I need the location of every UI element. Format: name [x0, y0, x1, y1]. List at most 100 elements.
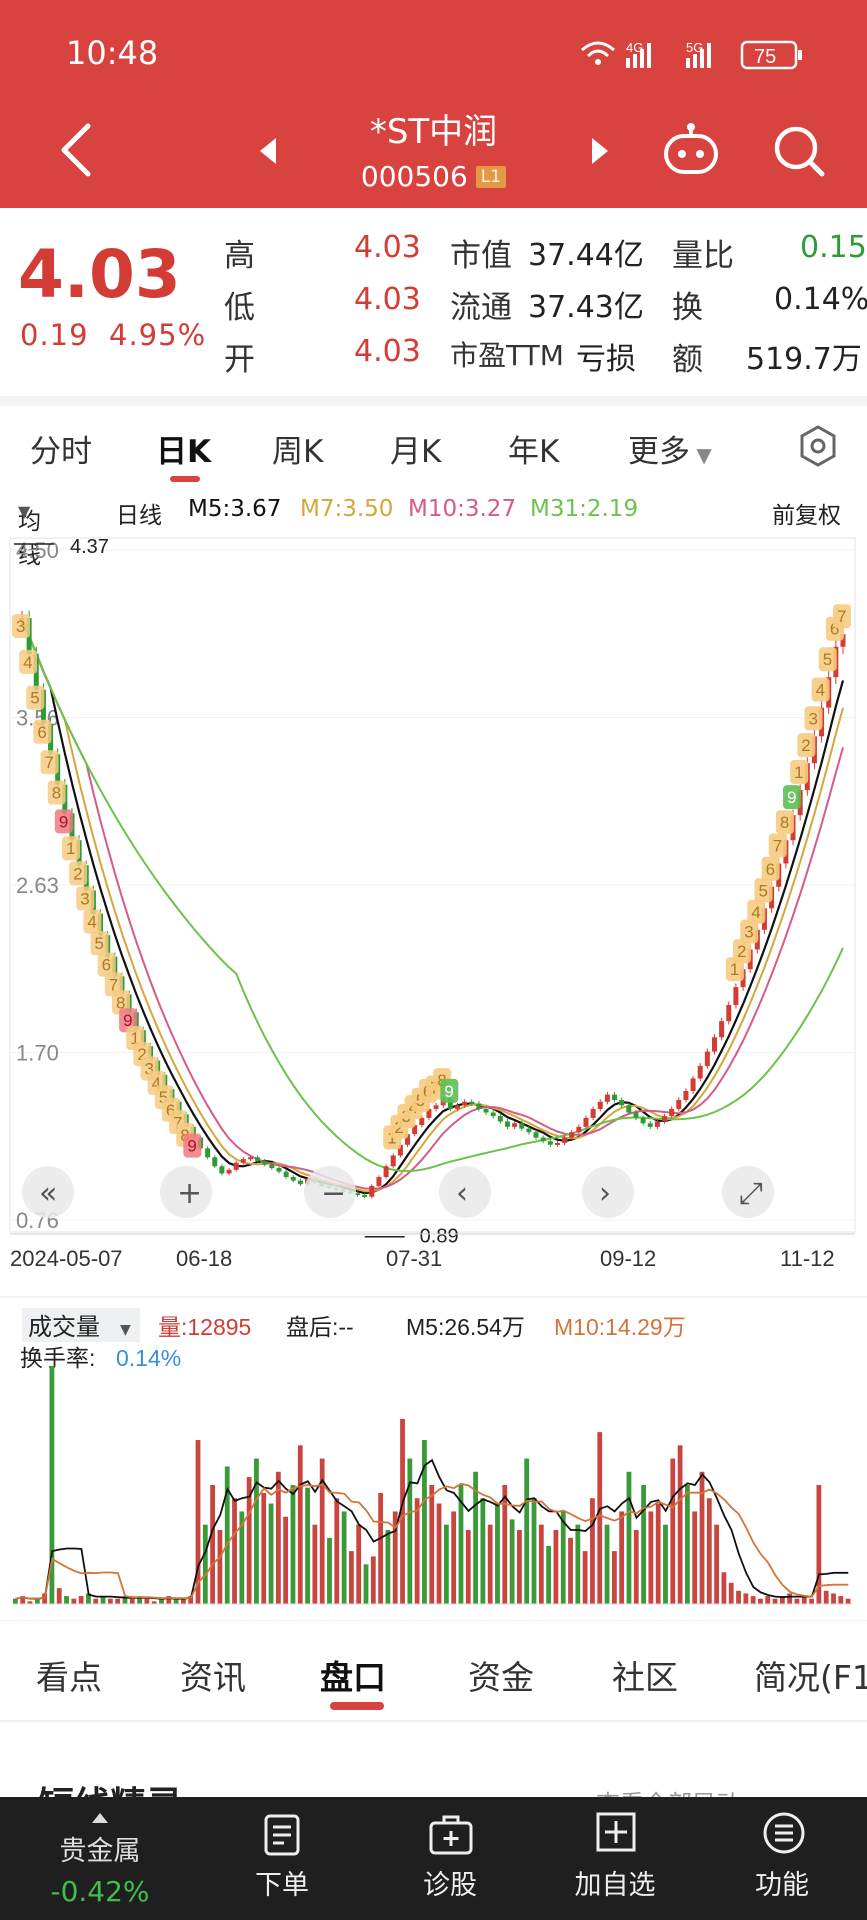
volume-bar: [765, 1596, 771, 1604]
y-tick-label: 1.70: [16, 1041, 59, 1066]
amount-value: 519.7万: [746, 342, 862, 377]
kline-chart[interactable]: 4.503.562.631.700.7634567891234567891234…: [0, 530, 867, 1270]
td-marker-label: 6: [102, 956, 111, 975]
td-marker-label: 4: [23, 653, 32, 672]
td-marker-label: 9: [787, 788, 796, 807]
tab-monthly-k[interactable]: 月K: [390, 426, 441, 471]
functions-label: 功能: [755, 1870, 809, 1901]
level-badge: L1: [475, 166, 507, 188]
candle-body: [719, 1021, 725, 1038]
volume-bar: [831, 1593, 836, 1604]
td-marker-label: 6: [766, 860, 775, 879]
volume-bar: [56, 1588, 62, 1604]
volume-bar: [480, 1498, 486, 1604]
volume-bar: [633, 1529, 639, 1604]
volume-bar: [312, 1524, 318, 1604]
candle-body: [526, 1128, 532, 1133]
volume-bar: [714, 1524, 720, 1604]
candle-body: [454, 1105, 460, 1109]
change-value: 0.19: [20, 318, 89, 352]
volume-bar: [590, 1498, 595, 1604]
volume-value-label: 量:12895: [158, 1314, 251, 1340]
candle-body: [590, 1108, 596, 1118]
tab-profile[interactable]: 简况(F1: [754, 1651, 867, 1699]
assistant-robot-icon[interactable]: [662, 122, 720, 176]
td-marker-label: 4: [751, 903, 760, 922]
volume-bar: [341, 1511, 347, 1604]
td-marker-label: 5: [95, 934, 104, 953]
volume-bar: [232, 1498, 237, 1604]
tab-more[interactable]: 更多 ▼: [628, 426, 712, 471]
tab-daily-k[interactable]: 日K: [156, 426, 211, 471]
td-marker-label: 8: [52, 784, 61, 803]
volume-bar: [524, 1458, 530, 1604]
volume-bar: [429, 1485, 435, 1604]
add-watchlist-button[interactable]: 加自选: [555, 1797, 675, 1920]
diagnose-button[interactable]: 诊股: [390, 1797, 510, 1920]
volume-bar: [334, 1498, 340, 1604]
volume-bar: [370, 1556, 376, 1604]
volume-bar: [670, 1458, 676, 1604]
volume-bar: [626, 1471, 632, 1604]
candle-body: [419, 1117, 425, 1126]
volume-bar: [611, 1551, 617, 1604]
chevron-down-icon: ▼: [120, 1322, 131, 1338]
candle-body: [383, 1166, 389, 1178]
volume-bar: [546, 1545, 552, 1604]
volume-bar: [531, 1498, 537, 1604]
tab-orderbook[interactable]: 盘口: [320, 1651, 386, 1699]
tab-community[interactable]: 社区: [612, 1651, 678, 1699]
turnover-label: 换: [672, 290, 703, 326]
volume-bar: [290, 1485, 296, 1604]
candle-body: [576, 1126, 582, 1133]
index-ticker[interactable]: 贵金属 -0.42%: [20, 1797, 180, 1920]
volume-bar: [706, 1498, 712, 1604]
volume-bar: [217, 1529, 223, 1604]
tab-news[interactable]: 资讯: [180, 1651, 246, 1699]
tab-funds[interactable]: 资金: [468, 1651, 534, 1699]
order-button[interactable]: 下单: [222, 1797, 342, 1920]
candle-body: [369, 1185, 375, 1197]
stock-code: 000506: [360, 160, 468, 193]
candle-body: [390, 1155, 396, 1167]
volume-bar: [648, 1511, 654, 1604]
volume-bar: [78, 1596, 84, 1604]
settings-hexagon-icon[interactable]: [796, 424, 840, 468]
td-marker-label: 7: [773, 837, 782, 856]
candle-body: [612, 1094, 618, 1100]
volume-bar: [560, 1511, 566, 1604]
volume-bar: [115, 1598, 121, 1604]
volume-bar: [283, 1516, 289, 1604]
candle-body: [547, 1141, 553, 1145]
functions-button[interactable]: 功能: [722, 1797, 842, 1920]
tab-highlights[interactable]: 看点: [36, 1651, 102, 1699]
turnover-rate-label: 换手率:: [20, 1345, 95, 1371]
volume-bar: [838, 1596, 844, 1604]
candle-body: [640, 1117, 646, 1124]
search-icon[interactable]: [772, 124, 826, 178]
tab-weekly-k[interactable]: 周K: [272, 426, 323, 471]
pe-label: 市盈TTM: [450, 339, 564, 372]
min-price-annotation: 0.89: [420, 1226, 459, 1248]
x-tick-label: 2024-05-07: [10, 1246, 123, 1270]
next-stock-icon[interactable]: [588, 136, 612, 166]
change-pct: 4.95%: [109, 318, 207, 352]
x-tick-label: 07-31: [386, 1246, 442, 1270]
volratio-label: 量比: [672, 238, 734, 274]
volume-bar: [736, 1590, 741, 1604]
high-value: 4.03: [354, 230, 421, 265]
volume-bar: [407, 1458, 413, 1604]
tab-yearly-k[interactable]: 年K: [508, 426, 559, 471]
volume-bar: [758, 1598, 763, 1604]
td-marker-label: 5: [30, 689, 39, 708]
fullscreen-icon-glyph: ⤢: [739, 1176, 763, 1211]
section-more-link[interactable]: 查看全部异动: [596, 1784, 740, 1798]
volume-bar: [107, 1598, 113, 1604]
td-marker-label: 3: [744, 922, 753, 941]
chevron-down-icon: ▼: [18, 502, 31, 521]
adjust-label[interactable]: 前复权: [772, 496, 841, 530]
volume-bar: [582, 1551, 588, 1604]
volume-bar: [743, 1593, 749, 1604]
tab-intraday[interactable]: 分时: [30, 426, 92, 471]
volume-bar: [451, 1511, 457, 1604]
